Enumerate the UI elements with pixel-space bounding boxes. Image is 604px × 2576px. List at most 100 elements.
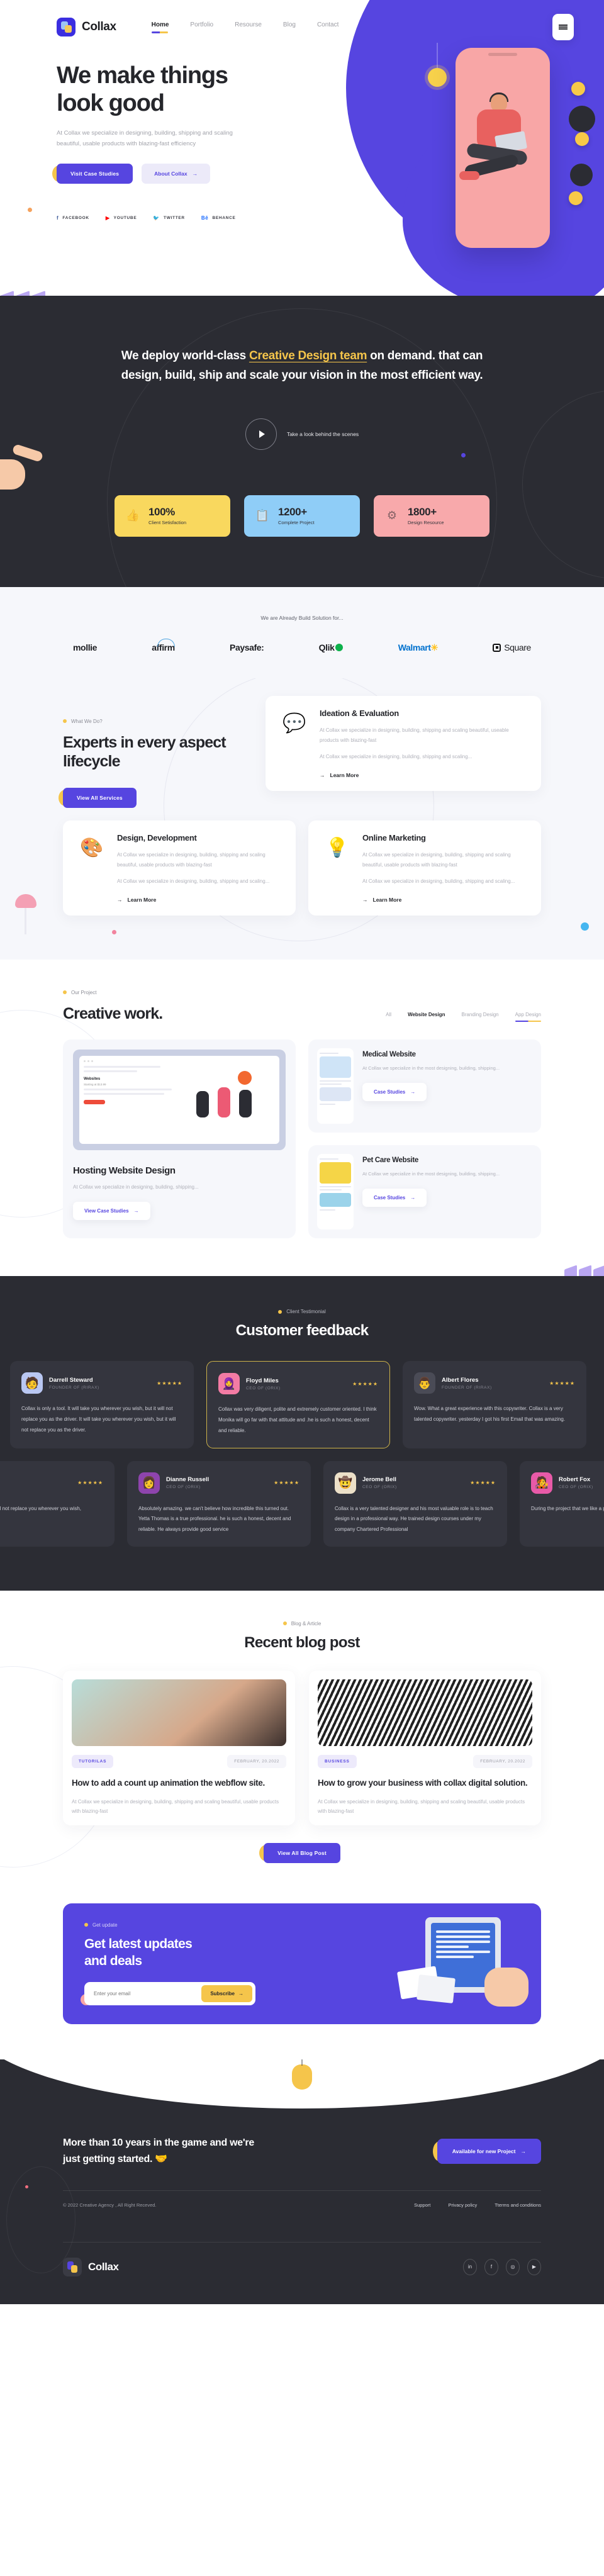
footer-link-privacy-policy[interactable]: Privacy policy xyxy=(448,2202,477,2208)
services-title: Experts in every aspect lifecycle xyxy=(63,733,226,771)
footer-link-terms[interactable]: Tterms and conditions xyxy=(495,2202,541,2208)
testimonial-name: Albert Flores xyxy=(442,1376,479,1384)
blog-card[interactable]: TUTORILAS FEBRUARY, 20.2022 How to add a… xyxy=(63,1670,295,1825)
nav-item-blog[interactable]: Blog xyxy=(283,21,296,33)
learn-more-label: Learn More xyxy=(330,771,359,778)
instagram-icon[interactable]: ◎ xyxy=(506,2258,520,2275)
learn-more-link[interactable]: → Learn More xyxy=(362,897,527,903)
blog-tag: BUSINESS xyxy=(318,1754,357,1768)
logo-qlik-text: Qlik xyxy=(318,642,335,653)
arrow-right-icon: → xyxy=(362,896,368,903)
email-input[interactable] xyxy=(87,1985,197,2003)
case-studies-button[interactable]: Case Studies → xyxy=(362,1083,427,1102)
portfolio-featured-title: Hosting Website Design xyxy=(73,1165,176,1177)
hero-title-line1: We make things xyxy=(57,62,228,89)
testimonial-role: FOUNDER OF (RIRAX) xyxy=(49,1385,99,1390)
social-link-facebook[interactable]: f FACEBOOK xyxy=(57,215,89,221)
arrow-right-icon: → xyxy=(410,1195,416,1201)
hanging-bulb-icon xyxy=(292,2064,312,2090)
logo-walmart: Walmart✳ xyxy=(398,642,439,653)
facebook-icon[interactable]: f xyxy=(484,2258,498,2275)
view-all-services-button[interactable]: View All Services xyxy=(59,787,137,808)
footer-headline-line1: More than 10 years in the game and we're xyxy=(63,2137,254,2149)
services-eyebrow-label: What We Do? xyxy=(71,718,103,724)
portfolio-card-petcare[interactable]: Pet Care Website At Collax we specialize… xyxy=(308,1145,541,1239)
play-icon[interactable] xyxy=(245,418,277,450)
portfolio-card-medical[interactable]: Medical Website At Collax we specialize … xyxy=(308,1039,541,1133)
nav-item-portfolio[interactable]: Portfolio xyxy=(190,21,213,33)
service-card-text-1: At Collax we specialize in designing, bu… xyxy=(117,851,266,868)
subscribe-button[interactable]: Subscribe → xyxy=(201,1985,252,2003)
testimonial-text: ...rever you wish, but it will not repla… xyxy=(0,1505,81,1511)
social-link-youtube[interactable]: ▶ YOUTUBE xyxy=(106,215,137,221)
video-play-row[interactable]: Take a look behind the scenes xyxy=(0,418,604,450)
social-label-facebook: FACEBOOK xyxy=(62,216,89,221)
social-link-behance[interactable]: Bē BEHANCE xyxy=(201,215,236,221)
dark-circle-decoration xyxy=(569,106,595,132)
tab-all[interactable]: All xyxy=(386,1012,391,1022)
portfolio-featured-screenshot: Websites Starting at $13.99 xyxy=(73,1050,286,1151)
footer-brand[interactable]: Collax xyxy=(63,2257,119,2276)
rating-stars: ★★★★★ xyxy=(274,1480,299,1486)
testimonial-name: Darrell Steward xyxy=(49,1376,93,1384)
footer-headline: More than 10 years in the game and we're… xyxy=(63,2135,254,2167)
brand-logo[interactable]: Collax xyxy=(57,18,116,36)
visit-case-studies-button[interactable]: Visit Case Studies xyxy=(52,164,133,184)
testimonial-role: CEO OF (ORIX) xyxy=(166,1485,201,1490)
blog-date: FEBRUARY, 20.2022 xyxy=(473,1754,532,1768)
facebook-icon: f xyxy=(57,215,59,221)
newsletter-eyebrow-label: Get update xyxy=(92,1922,118,1928)
linkedin-icon[interactable]: in xyxy=(463,2258,477,2275)
hero-subtitle: At Collax we specialize in designing, bu… xyxy=(57,129,233,148)
testimonials-eyebrow: Client Testimonial xyxy=(0,1309,604,1314)
logo-affirm: affirm xyxy=(152,639,175,653)
service-card-online-marketing[interactable]: 💡 Online Marketing At Collax we speciali… xyxy=(308,820,541,916)
learn-more-link[interactable]: → Learn More xyxy=(320,772,527,778)
testimonial-text: During the project that we like a partne… xyxy=(531,1505,604,1511)
coin-icon xyxy=(571,82,585,96)
portfolio-eyebrow: Our Project xyxy=(63,990,162,995)
social-link-twitter[interactable]: 🐦 TWITTER xyxy=(153,215,184,221)
service-card-ideation[interactable]: 💬 Ideation & Evaluation At Collax we spe… xyxy=(266,695,541,791)
testimonial-text: Collax is only a tool. It will take you … xyxy=(21,1406,176,1433)
newsletter-title-line2: and deals xyxy=(84,1954,142,1969)
learn-more-label: Learn More xyxy=(127,896,157,903)
service-card-design-development[interactable]: 🎨 Design, Development At Collax we speci… xyxy=(63,820,296,916)
coin-icon-2 xyxy=(575,132,589,146)
available-for-new-project-button[interactable]: Available for new Project → xyxy=(432,2138,541,2164)
deploy-text-before: We deploy world-class xyxy=(121,349,249,362)
logo-paysafe-text: Paysafe: xyxy=(230,642,264,653)
service-card-text-2: At Collax we specialize in designing, bu… xyxy=(117,878,270,884)
tab-app-design[interactable]: App Design xyxy=(515,1012,542,1022)
nav-item-contact[interactable]: Contact xyxy=(317,21,338,33)
social-label-youtube: YOUTUBE xyxy=(113,216,137,221)
view-case-studies-button[interactable]: View Case Studies → xyxy=(73,1202,150,1221)
dark-circle-decoration-2 xyxy=(570,164,593,186)
hamburger-icon[interactable] xyxy=(552,14,574,40)
testimonial-card: 🧑 Darrell Steward FOUNDER OF (RIRAX) ★★★… xyxy=(10,1361,194,1448)
youtube-icon[interactable]: ▶ xyxy=(527,2258,541,2275)
testimonials-eyebrow-label: Client Testimonial xyxy=(286,1309,326,1315)
learn-more-link[interactable]: → Learn More xyxy=(117,897,282,903)
nav-item-resourse[interactable]: Resourse xyxy=(235,21,262,33)
footer-link-support[interactable]: Support xyxy=(414,2202,430,2208)
blog-card[interactable]: BUSINESS FEBRUARY, 20.2022 How to grow y… xyxy=(309,1670,541,1825)
stat-value: 1200+ xyxy=(278,506,307,518)
social-label-behance: BEHANCE xyxy=(212,216,236,221)
testimonials-row-1: 🧑 Darrell Steward FOUNDER OF (RIRAX) ★★★… xyxy=(0,1361,604,1448)
tab-branding-design[interactable]: Branding Design xyxy=(461,1012,498,1022)
case-studies-button[interactable]: Case Studies → xyxy=(362,1189,427,1207)
nav-item-home[interactable]: Home xyxy=(151,21,169,33)
logo-square-text: Square xyxy=(504,642,531,653)
about-collax-button[interactable]: About Collax → xyxy=(142,164,211,184)
arrow-right-icon: → xyxy=(117,896,123,903)
portfolio-featured-card[interactable]: Websites Starting at $13.99 Hosting Webs… xyxy=(63,1039,296,1239)
view-all-blog-post-button[interactable]: View All Blog Post xyxy=(259,1842,340,1863)
testimonial-card: 👩 Dianne Russell CEO OF (ORIX) ★★★★★ Abs… xyxy=(127,1460,311,1547)
avatar: 🧕 xyxy=(218,1373,240,1395)
tab-website-design[interactable]: Website Design xyxy=(408,1012,445,1022)
bullet-icon xyxy=(278,1309,282,1314)
stat-label: Complete Project xyxy=(278,520,315,526)
site-header: Collax Home Portfolio Resourse Blog Cont… xyxy=(0,0,604,40)
testimonial-name: Robert Fox xyxy=(559,1476,591,1484)
